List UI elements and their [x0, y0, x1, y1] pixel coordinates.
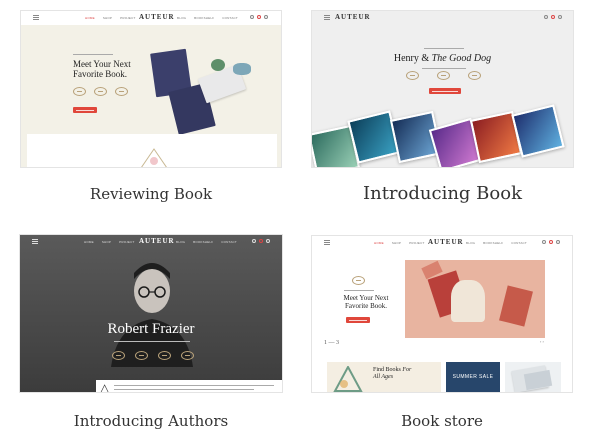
mini-header-icons: [544, 15, 562, 19]
award-laurel-icon: [112, 351, 125, 360]
logo-letter-a-icon: [141, 148, 167, 167]
award-laurel-icon: [468, 71, 481, 80]
bottom-section: [27, 134, 277, 167]
award-laurel-icon: [135, 351, 148, 360]
card-caption[interactable]: Reviewing Book: [20, 185, 282, 203]
overline: [424, 48, 464, 49]
award-laurel-icon: [94, 87, 107, 96]
search-icon: [250, 15, 254, 19]
menu-icon: [33, 15, 39, 20]
award-laurel-icon: [406, 71, 419, 80]
menu-icon: [324, 15, 330, 20]
mini-nav: HOME SHOP PROJECT: [374, 241, 425, 245]
leaf-decoration: [233, 63, 251, 75]
illustration-image: [511, 104, 565, 158]
hero-image: [405, 260, 545, 338]
slider-arrows[interactable]: ‹ ›: [540, 339, 544, 344]
mini-cta-button: [346, 317, 370, 323]
mini-header-icons: [252, 239, 270, 243]
slider-pager[interactable]: 1 — 3: [324, 340, 339, 346]
mini-logo: AUTEUR: [139, 13, 175, 21]
nav-bookshelf: BOOKSHELF: [193, 240, 214, 244]
nav-contact: CONTACT: [221, 240, 237, 244]
mini-logo: AUTEUR: [428, 238, 464, 246]
author-name: Robert Frazier: [107, 321, 195, 337]
nav-contact: CONTACT: [222, 16, 238, 20]
award-laurel-icon: [73, 87, 86, 96]
hero-headline: Meet Your Next Favorite Book.: [73, 59, 131, 79]
subtitle: [422, 68, 466, 69]
promo-book-stack[interactable]: [505, 362, 561, 392]
nav-contact: CONTACT: [511, 241, 527, 245]
user-icon: [264, 15, 268, 19]
mini-header: HOME SHOP PROJECT AUTEUR BLOG BOOKSHELF …: [312, 236, 572, 250]
mini-cta-button: [73, 107, 97, 113]
mini-header: HOME SHOP PROJECT AUTEUR BLOG BOOKSHELF …: [20, 235, 282, 249]
promo-find-books[interactable]: Find Books For All Ages: [327, 362, 441, 392]
mini-header: HOME SHOP PROJECT AUTEUR BLOG BOOKSHELF …: [21, 11, 281, 25]
nav-home: HOME: [84, 240, 94, 244]
nav-bookshelf: BOOKSHELF: [483, 241, 504, 245]
search-icon: [542, 240, 546, 244]
mini-nav: HOME SHOP PROJECT: [85, 16, 136, 20]
user-icon: [556, 240, 560, 244]
nav-blog: BLOG: [177, 16, 187, 20]
mini-cta-button: [429, 88, 461, 94]
card-caption[interactable]: Book store: [311, 412, 573, 430]
mini-header-icons: [542, 240, 560, 244]
mini-header: AUTEUR: [312, 11, 573, 25]
nav-home: HOME: [85, 16, 95, 20]
mini-header-icons: [250, 15, 268, 19]
nav-home: HOME: [374, 241, 384, 245]
nav-bookshelf: BOOKSHELF: [194, 16, 215, 20]
cart-icon: [257, 15, 261, 19]
award-laurel-icon: [352, 276, 365, 285]
card-caption[interactable]: Introducing Book: [311, 183, 574, 204]
plant-decoration: [211, 59, 225, 71]
hero-headline: Meet Your Next Favorite Book.: [343, 294, 389, 310]
overline: [73, 54, 113, 55]
mini-logo: AUTEUR: [335, 13, 371, 21]
menu-icon: [324, 240, 330, 245]
promo-summer-sale[interactable]: SUMMER SALE: [446, 362, 500, 392]
author-portrait-image: [111, 263, 193, 367]
mini-nav: HOME SHOP PROJECT: [84, 240, 135, 244]
nav-blog: BLOG: [176, 240, 186, 244]
mini-nav-right: BLOG BOOKSHELF CONTACT: [176, 240, 237, 244]
search-icon: [544, 15, 548, 19]
demo-thumbnail-reviewing-book[interactable]: HOME SHOP PROJECT AUTEUR BLOG BOOKSHELF …: [20, 10, 282, 168]
award-laurel-icon: [437, 71, 450, 80]
award-laurel-icon: [115, 87, 128, 96]
demo-thumbnail-book-store[interactable]: HOME SHOP PROJECT AUTEUR BLOG BOOKSHELF …: [311, 235, 573, 393]
overline: [344, 290, 374, 291]
nav-project: PROJECT: [119, 240, 135, 244]
mini-nav-right: BLOG BOOKSHELF CONTACT: [177, 16, 238, 20]
cart-icon: [551, 15, 555, 19]
author-submenu: [114, 341, 190, 342]
cart-icon: [549, 240, 553, 244]
menu-icon: [32, 239, 38, 244]
demo-thumbnail-introducing-book[interactable]: AUTEUR Henry & The Good Dog: [311, 10, 574, 168]
nav-blog: BLOG: [466, 241, 476, 245]
demo-thumbnail-introducing-authors[interactable]: HOME SHOP PROJECT AUTEUR BLOG BOOKSHELF …: [19, 234, 283, 393]
bottom-section: △: [96, 380, 282, 392]
nav-shop: SHOP: [391, 241, 402, 245]
mini-logo: AUTEUR: [139, 237, 175, 245]
award-laurel-icon: [158, 351, 171, 360]
nav-shop: SHOP: [102, 16, 113, 20]
card-caption[interactable]: Introducing Authors: [19, 412, 283, 430]
award-laurel-icon: [181, 351, 194, 360]
nav-project: PROJECT: [409, 241, 425, 245]
user-icon: [558, 15, 562, 19]
hero-headline: Henry & The Good Dog: [393, 53, 492, 64]
logo-letter-a-icon: [333, 366, 363, 392]
mini-nav-right: BLOG BOOKSHELF CONTACT: [466, 241, 527, 245]
nav-shop: SHOP: [101, 240, 112, 244]
nav-project: PROJECT: [120, 16, 136, 20]
